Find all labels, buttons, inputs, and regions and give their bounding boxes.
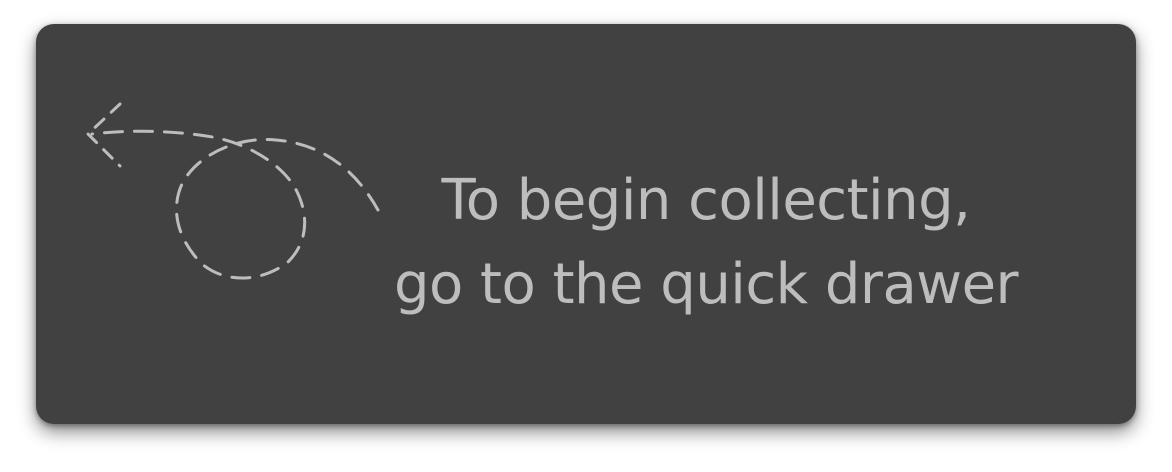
hint-line-1: To begin collecting, xyxy=(441,168,971,233)
hint-line-2: go to the quick drawer xyxy=(393,252,1019,317)
arrowhead-path xyxy=(85,102,122,168)
quick-drawer-hint-panel: To begin collecting, go to the quick dra… xyxy=(36,24,1136,424)
hint-message: To begin collecting, go to the quick dra… xyxy=(346,159,1066,327)
arrow-loop-path xyxy=(90,129,380,280)
